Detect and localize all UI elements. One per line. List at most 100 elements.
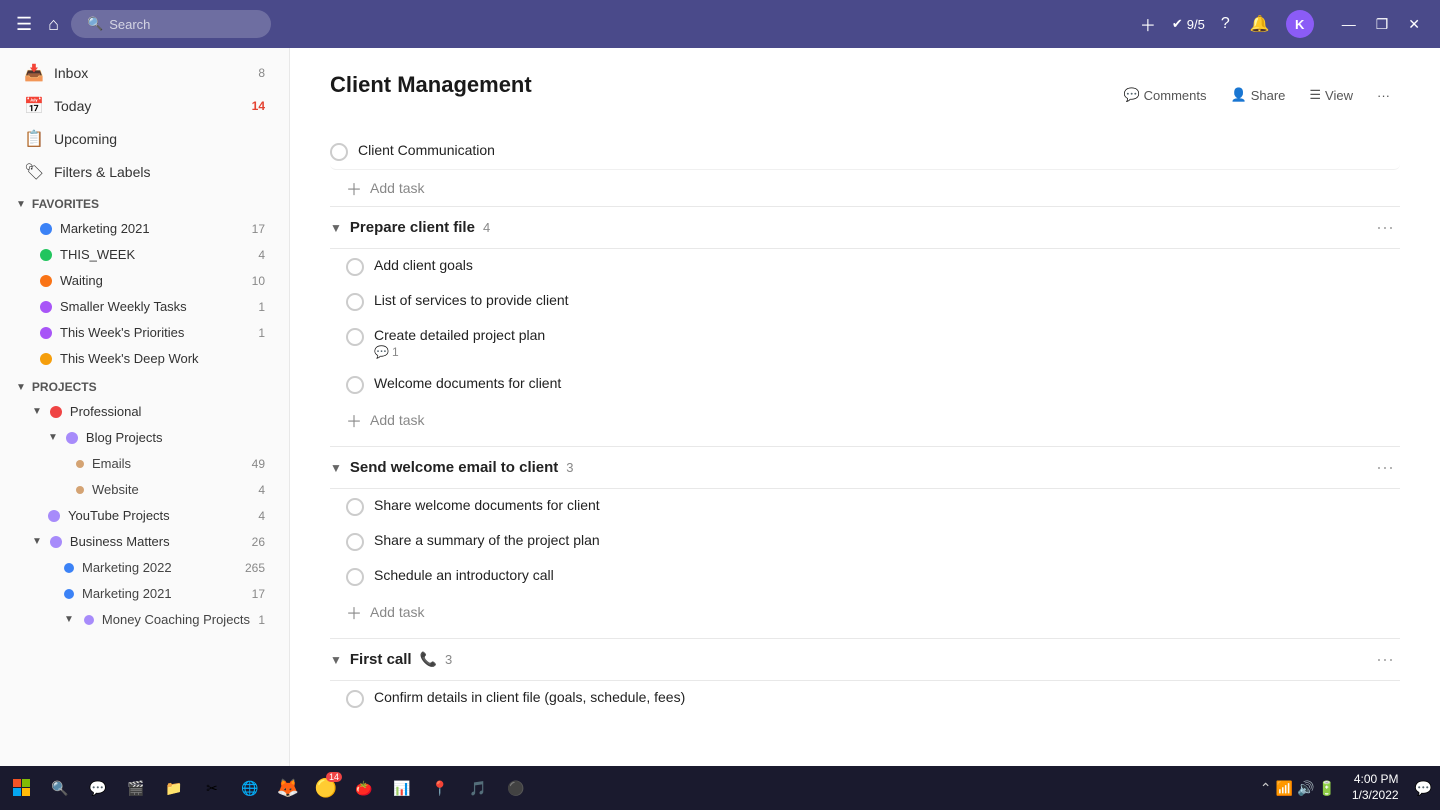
share-icon: 👤 (1231, 87, 1247, 103)
add-icon: ＋ (346, 408, 362, 432)
restore-button[interactable]: ❐ (1368, 12, 1397, 37)
page-actions: 💬 Comments 👤 Share ☰ View ··· (1113, 82, 1400, 108)
sidebar-item-waiting[interactable]: Waiting 10 (8, 268, 281, 293)
taskbar-app-tools[interactable]: ✂ (194, 770, 230, 806)
sidebar-item-priorities[interactable]: This Week's Priorities 1 (8, 320, 281, 345)
start-button[interactable] (4, 770, 40, 806)
add-task-row[interactable]: ＋ Add task (330, 594, 1400, 630)
color-dot (40, 249, 52, 261)
sidebar-item-deep-work[interactable]: This Week's Deep Work (8, 346, 281, 371)
task-item[interactable]: Share a summary of the project plan (330, 524, 1400, 559)
section-more-button[interactable]: ··· (1370, 215, 1400, 240)
task-item[interactable]: List of services to provide client (330, 284, 1400, 319)
taskbar-app-files[interactable]: 📁 (156, 770, 192, 806)
notification-icon[interactable]: 💬 (1411, 780, 1436, 797)
comments-button[interactable]: 💬 Comments (1113, 82, 1216, 108)
home-icon[interactable]: ⌂ (44, 10, 63, 39)
taskbar-app-chrome[interactable]: 🟡 14 (308, 770, 344, 806)
color-dot (40, 223, 52, 235)
section-header[interactable]: ▼ Prepare client file 4 ··· (330, 207, 1400, 248)
battery-icon[interactable]: 🔋 (1318, 780, 1335, 797)
taskbar-app-firefox[interactable]: 🦊 (270, 770, 306, 806)
taskbar-clock[interactable]: 4:00 PM 1/3/2022 (1344, 772, 1407, 803)
task-item[interactable]: Confirm details in client file (goals, s… (330, 681, 1400, 716)
avatar[interactable]: K (1286, 10, 1314, 38)
add-task-row-top[interactable]: ＋ Add task (330, 170, 1400, 206)
taskbar-app-todoist[interactable]: 🍅 (346, 770, 382, 806)
task-checkbox[interactable] (346, 498, 364, 516)
sidebar-item-youtube[interactable]: YouTube Projects 4 (8, 503, 281, 528)
sidebar-item-smaller-weekly[interactable]: Smaller Weekly Tasks 1 (8, 294, 281, 319)
task-checkbox[interactable] (346, 258, 364, 276)
share-button[interactable]: 👤 Share (1221, 82, 1296, 108)
taskbar-app-edge[interactable]: 🌐 (232, 770, 268, 806)
task-item[interactable]: Add client goals (330, 249, 1400, 284)
view-icon: ☰ (1309, 87, 1321, 103)
task-checkbox[interactable] (346, 568, 364, 586)
sidebar-item-marketing2021[interactable]: Marketing 2021 17 (8, 216, 281, 241)
task-checkbox[interactable] (346, 293, 364, 311)
sidebar-item-thisweek[interactable]: THIS_WEEK 4 (8, 242, 281, 267)
color-dot (48, 510, 60, 522)
task-item[interactable]: Welcome documents for client (330, 367, 1400, 402)
projects-chevron-icon: ▼ (16, 382, 26, 393)
sidebar-item-filters[interactable]: 🏷 Filters & Labels (8, 156, 281, 188)
sidebar-item-professional[interactable]: ▼ Professional (8, 399, 281, 424)
section-more-button[interactable]: ··· (1370, 455, 1400, 480)
projects-section[interactable]: ▼ Projects (0, 372, 289, 398)
sidebar-item-marketing2022[interactable]: Marketing 2022 265 (8, 555, 281, 580)
sidebar-item-inbox[interactable]: 📥 Inbox 8 (8, 57, 281, 89)
taskbar-app-video[interactable]: 🎬 (118, 770, 154, 806)
taskbar-app-sheets[interactable]: 📊 (384, 770, 420, 806)
task-checkbox[interactable] (346, 328, 364, 346)
taskbar-app-spotify[interactable]: 🎵 (460, 770, 496, 806)
add-button[interactable]: ＋ (1136, 8, 1160, 40)
wifi-icon[interactable]: 📶 (1276, 780, 1293, 797)
task-meta: 💬 1 (374, 345, 1400, 359)
sidebar-item-today[interactable]: 📅 Today 14 (8, 90, 281, 122)
close-button[interactable]: ✕ (1400, 12, 1428, 37)
taskbar-search-button[interactable]: 🔍 (42, 770, 78, 806)
search-box[interactable]: 🔍 (71, 10, 271, 38)
chevron-up-icon[interactable]: ⌃ (1260, 780, 1272, 797)
color-dot (64, 563, 74, 573)
taskbar-app-maps[interactable]: 📍 (422, 770, 458, 806)
sidebar-item-emails[interactable]: Emails 49 (8, 451, 281, 476)
task-item[interactable]: Share welcome documents for client (330, 489, 1400, 524)
minimize-button[interactable]: — (1334, 12, 1364, 37)
window-controls: — ❐ ✕ (1334, 12, 1428, 37)
color-dot (50, 406, 62, 418)
karma-check-icon: ✔ (1172, 16, 1183, 32)
sidebar-item-money-coaching[interactable]: ▼ Money Coaching Projects 1 (8, 607, 281, 632)
help-icon[interactable]: ? (1217, 11, 1234, 37)
task-checkbox[interactable] (346, 376, 364, 394)
view-button[interactable]: ☰ View (1299, 82, 1363, 108)
hamburger-icon[interactable]: ☰ (12, 10, 36, 39)
bell-icon[interactable]: 🔔 (1246, 10, 1274, 38)
task-checkbox[interactable] (346, 690, 364, 708)
favorites-section[interactable]: ▼ Favorites (0, 189, 289, 215)
task-item-client-communication[interactable]: Client Communication (330, 134, 1400, 170)
add-icon: ＋ (346, 176, 362, 200)
task-checkbox[interactable] (330, 143, 348, 161)
task-item[interactable]: Schedule an introductory call (330, 559, 1400, 594)
collapse-arrow-icon: ▼ (32, 536, 42, 547)
sidebar-item-marketing2021-b[interactable]: Marketing 2021 17 (8, 581, 281, 606)
taskbar-app-other[interactable]: ⚫ (498, 770, 534, 806)
sidebar-item-business-matters[interactable]: ▼ Business Matters 26 (8, 529, 281, 554)
section-header[interactable]: ▼ First call 📞 3 ··· (330, 639, 1400, 680)
task-content: Add client goals (374, 257, 1400, 273)
task-checkbox[interactable] (346, 533, 364, 551)
sidebar-item-website[interactable]: Website 4 (8, 477, 281, 502)
color-dot (40, 301, 52, 313)
taskbar-app-chat[interactable]: 💬 (80, 770, 116, 806)
volume-icon[interactable]: 🔊 (1297, 780, 1314, 797)
search-input[interactable] (109, 17, 249, 32)
sidebar-item-blog-projects[interactable]: ▼ Blog Projects (8, 425, 281, 450)
section-more-button[interactable]: ··· (1370, 647, 1400, 672)
more-options-button[interactable]: ··· (1367, 83, 1400, 108)
section-header[interactable]: ▼ Send welcome email to client 3 ··· (330, 447, 1400, 488)
sidebar-item-upcoming[interactable]: 📋 Upcoming (8, 123, 281, 155)
add-task-row[interactable]: ＋ Add task (330, 402, 1400, 438)
task-item[interactable]: Create detailed project plan 💬 1 (330, 319, 1400, 367)
